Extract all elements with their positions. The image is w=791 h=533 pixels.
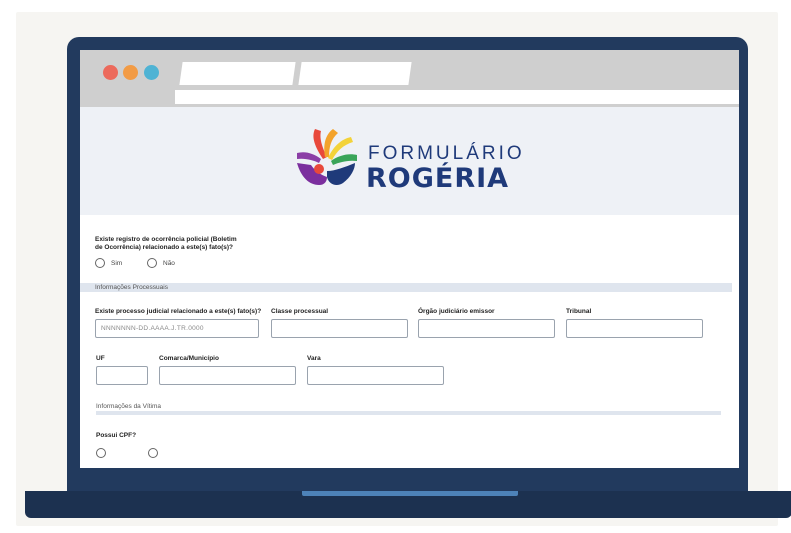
browser-tab-1[interactable]: [179, 62, 296, 85]
logo-text-formulario: FORMULÁRIO: [368, 143, 525, 164]
radio-sim-label: Sim: [111, 260, 123, 267]
radio-cpf-sim[interactable]: [96, 448, 106, 458]
formulario-rogeria-logo-icon: [297, 129, 357, 185]
radio-sim[interactable]: [95, 258, 105, 268]
radio-nao-label: Não: [163, 260, 175, 267]
tribunal-label: Tribunal: [566, 308, 592, 315]
comarca-input[interactable]: [159, 366, 296, 385]
section-bar-vitima: [96, 411, 721, 415]
vara-input[interactable]: [307, 366, 444, 385]
logo-text-rogeria: ROGÉRIA: [366, 163, 510, 194]
header-banner: FORMULÁRIO ROGÉRIA: [80, 107, 739, 215]
processo-number-placeholder: NNNNNNN-DD.AAAA.J.TR.0000: [101, 325, 204, 332]
close-window-dot[interactable]: [103, 65, 118, 80]
maximize-window-dot[interactable]: [144, 65, 159, 80]
tribunal-input[interactable]: [566, 319, 703, 338]
browser-tab-2[interactable]: [298, 62, 412, 85]
bo-question-label-2: de Ocorrência) relacionado a este(s) fat…: [95, 244, 233, 251]
radio-cpf-nao[interactable]: [148, 448, 158, 458]
laptop-hinge-accent: [302, 491, 518, 496]
cpf-label: Possui CPF?: [96, 432, 137, 439]
processo-label: Existe processo judicial relacionado a e…: [95, 308, 262, 315]
bo-question-label-1: Existe registro de ocorrência policial (…: [95, 236, 237, 243]
laptop-screen: FORMULÁRIO ROGÉRIA Existe registro de oc…: [80, 50, 739, 468]
uf-label: UF: [96, 355, 105, 362]
address-bar[interactable]: [175, 90, 739, 104]
complaint-form: Existe registro de ocorrência policial (…: [80, 215, 739, 468]
radio-nao[interactable]: [147, 258, 157, 268]
orgao-label: Órgão judiciário emissor: [418, 308, 495, 315]
section-bar-processuais: [80, 283, 732, 292]
section-title-vitima: Informações da Vítima: [96, 403, 162, 410]
vara-label: Vara: [307, 355, 321, 362]
orgao-judiciario-input[interactable]: [418, 319, 555, 338]
uf-input[interactable]: [96, 366, 148, 385]
section-title-processuais: Informações Processuais: [95, 284, 168, 291]
processo-number-input[interactable]: NNNNNNN-DD.AAAA.J.TR.0000: [95, 319, 259, 338]
minimize-window-dot[interactable]: [123, 65, 138, 80]
comarca-label: Comarca/Município: [159, 355, 219, 362]
classe-label: Classe processual: [271, 308, 329, 315]
browser-chrome: [80, 50, 739, 107]
classe-processual-input[interactable]: [271, 319, 408, 338]
